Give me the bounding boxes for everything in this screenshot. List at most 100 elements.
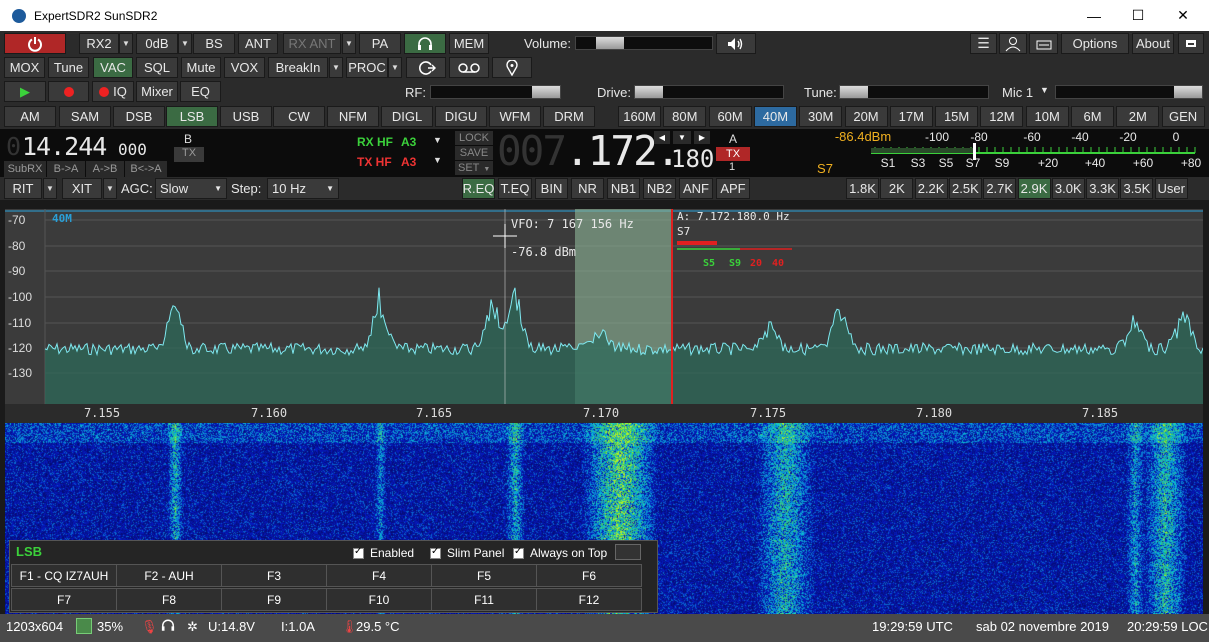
proc-dropdown-icon[interactable]: ▼	[388, 57, 402, 78]
spectrum-plot[interactable]: -70 -80 -90 -100 -110 -120 -130 S5 S9 20 40	[5, 209, 1204, 404]
vox-button[interactable]: VOX	[224, 57, 265, 78]
breakin-button[interactable]: BreakIn	[268, 57, 328, 78]
drive-slider[interactable]	[634, 85, 784, 99]
proc-button[interactable]: PROC	[346, 57, 388, 78]
mode-digl-button[interactable]: DIGL	[381, 106, 433, 127]
swap-ab-button[interactable]: B<->A	[125, 161, 167, 177]
dsp-bin-button[interactable]: BIN	[535, 178, 568, 199]
agc-select[interactable]: Slow ▼	[155, 178, 227, 199]
macro-key-f11[interactable]: F11	[431, 588, 537, 611]
band-15m-button[interactable]: 15M	[935, 106, 979, 127]
about-button[interactable]: About	[1132, 33, 1174, 54]
band-30m-button[interactable]: 30M	[799, 106, 843, 127]
radio-button[interactable]	[1029, 33, 1058, 54]
mode-digu-button[interactable]: DIGU	[435, 106, 487, 127]
xit-dropdown-icon[interactable]: ▼	[103, 178, 117, 199]
macro-key-f1[interactable]: F1 - CQ IZ7AUH	[11, 564, 117, 587]
band-10m-button[interactable]: 10M	[1025, 106, 1069, 127]
lock-button[interactable]: LOCK	[455, 131, 493, 145]
vfo-b-frequency[interactable]: 14.244	[22, 132, 107, 161]
rx-antenna-dropdown-icon[interactable]: ▼	[433, 135, 442, 145]
macro-key-f3[interactable]: F3	[221, 564, 327, 587]
ant-button[interactable]: ANT	[238, 33, 278, 54]
set-button[interactable]: SET ▼	[455, 161, 493, 175]
filter-30k-button[interactable]: 3.0K	[1051, 178, 1085, 199]
gain-dropdown-icon[interactable]: ▼	[178, 33, 192, 54]
dsp-nr-button[interactable]: NR	[571, 178, 604, 199]
compact-button[interactable]	[1178, 33, 1204, 54]
rx-antenna[interactable]: A3	[401, 135, 416, 149]
dsp-req-button[interactable]: R.EQ	[462, 178, 495, 199]
macro-key-f6[interactable]: F6	[536, 564, 642, 587]
rf-slider[interactable]	[430, 85, 561, 99]
dsp-anf-button[interactable]: ANF	[679, 178, 713, 199]
vfo-b-hz[interactable]: 000	[118, 140, 147, 159]
bs-button[interactable]: BS	[193, 33, 235, 54]
recall-button[interactable]	[406, 57, 446, 78]
band-60m-button[interactable]: 60M	[708, 106, 752, 127]
minimize-button[interactable]: —	[1071, 0, 1117, 31]
macro-key-f7[interactable]: F7	[11, 588, 117, 611]
filter-user-button[interactable]: User	[1154, 178, 1188, 199]
vac-button[interactable]: VAC	[93, 57, 133, 78]
slim-panel-checkbox[interactable]: Slim Panel	[430, 546, 504, 560]
macro-key-f12[interactable]: F12	[536, 588, 642, 611]
options-button[interactable]: Options	[1061, 33, 1129, 54]
location-button[interactable]	[492, 57, 532, 78]
dsp-nb1-button[interactable]: NB1	[607, 178, 640, 199]
speaker-button[interactable]	[716, 33, 756, 54]
macro-key-f2[interactable]: F2 - AUH	[116, 564, 222, 587]
macro-key-f5[interactable]: F5	[431, 564, 537, 587]
microphone-icon[interactable]: 🎙	[141, 619, 158, 635]
step-left-icon[interactable]: ◀	[654, 131, 670, 144]
dsp-teq-button[interactable]: T.EQ	[498, 178, 532, 199]
tx-antenna[interactable]: A3	[401, 155, 416, 169]
mode-wfm-button[interactable]: WFM	[489, 106, 541, 127]
rf-knob[interactable]	[532, 86, 560, 98]
mode-cw-button[interactable]: CW	[273, 106, 325, 127]
filter-27k-button[interactable]: 2.7K	[983, 178, 1017, 199]
subrx-button[interactable]: SubRX	[4, 161, 46, 177]
step-select[interactable]: 10 Hz ▼	[267, 178, 339, 199]
breakin-dropdown-icon[interactable]: ▼	[329, 57, 343, 78]
mic-slider[interactable]	[1055, 85, 1203, 99]
band-80m-button[interactable]: 80M	[663, 106, 707, 127]
band-12m-button[interactable]: 12M	[980, 106, 1024, 127]
always-on-top-checkbox[interactable]: Always on Top	[513, 546, 607, 560]
band-gen-button[interactable]: GEN	[1161, 106, 1205, 127]
mode-sam-button[interactable]: SAM	[59, 106, 111, 127]
spectrum-display[interactable]: -70 -80 -90 -100 -110 -120 -130 S5 S9 20 40 40M VF…	[5, 209, 1204, 404]
volume-knob[interactable]	[596, 37, 624, 49]
filter-22k-button[interactable]: 2.2K	[914, 178, 948, 199]
step-down-icon[interactable]: ▼	[673, 131, 691, 144]
menu-button[interactable]: ☰	[970, 33, 997, 54]
mode-usb-button[interactable]: USB	[220, 106, 272, 127]
mute-button[interactable]: Mute	[181, 57, 221, 78]
mode-dsb-button[interactable]: DSB	[113, 106, 165, 127]
band-20m-button[interactable]: 20M	[844, 106, 888, 127]
tx-antenna-dropdown-icon[interactable]: ▼	[433, 155, 442, 165]
tune-knob[interactable]	[840, 86, 868, 98]
iq-button[interactable]: IQ	[92, 81, 134, 102]
band-160m-button[interactable]: 160M	[618, 106, 661, 127]
a-to-b-button[interactable]: A->B	[86, 161, 124, 177]
rit-button[interactable]: RIT	[4, 178, 42, 199]
band-2m-button[interactable]: 2M	[1116, 106, 1160, 127]
power-button[interactable]	[4, 33, 66, 54]
maximize-button[interactable]: ☐	[1115, 0, 1161, 31]
color-swatch[interactable]	[615, 544, 641, 560]
tune-button[interactable]: Tune	[48, 57, 89, 78]
xit-button[interactable]: XIT	[62, 178, 102, 199]
mode-lsb-button[interactable]: LSB	[166, 106, 218, 127]
record-button[interactable]	[48, 81, 89, 102]
filter-25k-button[interactable]: 2.5K	[948, 178, 982, 199]
vfo-a-tx-button[interactable]: TX	[716, 147, 750, 161]
save-button[interactable]: SAVE	[455, 146, 493, 160]
filter-33k-button[interactable]: 3.3K	[1086, 178, 1120, 199]
headset-icon[interactable]	[161, 619, 175, 635]
play-button[interactable]: ▶	[4, 81, 46, 102]
band-40m-button[interactable]: 40M	[753, 106, 797, 127]
mic-select[interactable]: Mic 1	[1002, 85, 1033, 100]
rx2-dropdown-icon[interactable]: ▼	[119, 33, 133, 54]
drive-knob[interactable]	[635, 86, 663, 98]
